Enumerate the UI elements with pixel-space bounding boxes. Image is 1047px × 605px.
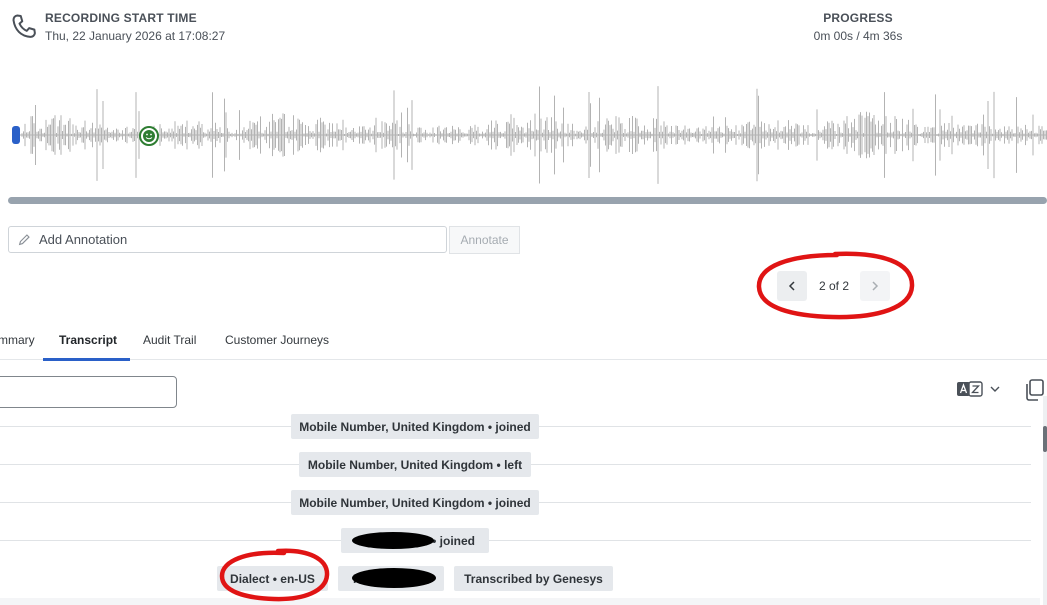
participant-event: Mobile Number, United Kingdom • joined [291,490,539,515]
page-indicator: 2 of 2 [818,279,850,293]
progress-track[interactable] [8,197,1047,204]
redaction-mark [352,568,436,588]
audio-waveform[interactable] [0,80,1047,190]
next-page-button[interactable] [860,271,890,301]
tab-customer-journeys[interactable]: Customer Journeys [225,333,329,347]
dialect-chip: Dialect • en-US [217,566,328,591]
pencil-icon [18,233,31,246]
transcript-search-box[interactable] [0,376,179,408]
row-divider [0,540,1031,541]
redaction-mark [352,532,434,549]
progress-value: 0m 00s / 4m 36s [813,29,903,43]
annotate-button[interactable]: Annotate [449,226,520,254]
participant-event-label: • joined [432,533,475,548]
transcript-scroll-thumb[interactable] [1043,426,1047,452]
active-tab-indicator [43,358,130,361]
annotation-input[interactable] [39,228,429,251]
sentiment-marker-icon[interactable] [139,126,159,146]
translate-icon [957,381,983,397]
participant-event: Mobile Number, United Kingdom • joined [291,414,539,439]
tab-summary[interactable]: mmary [0,333,35,347]
playhead-handle[interactable] [12,126,20,144]
recording-start-value: Thu, 22 January 2026 at 17:08:27 [45,29,226,43]
recording-start-label: RECORDING START TIME [45,11,197,25]
transcript-search-input[interactable] [5,378,179,408]
phone-icon [9,12,39,47]
participant-event: Mobile Number, United Kingdom • left [299,452,531,477]
chevron-left-icon [788,281,795,291]
tab-transcript[interactable]: Transcript [59,333,117,347]
language-selector[interactable] [956,380,1001,398]
tabs-divider [0,359,1047,360]
footer-band [0,598,1040,605]
chevron-right-icon [872,281,879,291]
chevron-down-icon [990,386,1000,392]
annotation-field[interactable] [8,226,447,253]
previous-page-button[interactable] [777,271,807,301]
tab-audit-trail[interactable]: Audit Trail [143,333,196,347]
transcribed-by-chip: Transcribed by Genesys [454,566,613,591]
progress-label: PROGRESS [823,11,893,25]
copy-icon[interactable] [1023,378,1045,407]
